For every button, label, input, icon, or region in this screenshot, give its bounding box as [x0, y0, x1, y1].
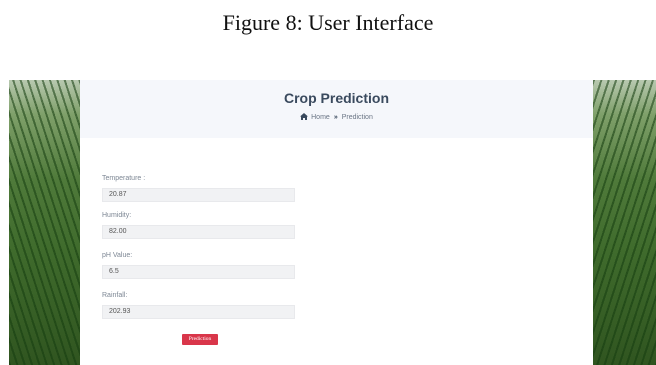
temperature-input[interactable]: 20.87 [102, 188, 295, 202]
crop-field-image-left [9, 80, 80, 365]
humidity-input[interactable]: 82.00 [102, 225, 295, 239]
ph-value-input[interactable]: 6.5 [102, 265, 295, 279]
app-screenshot: Crop Prediction Home» Prediction Temperat… [9, 80, 656, 365]
ph-value-label: pH Value: [102, 252, 133, 259]
breadcrumb: Home» Prediction [80, 113, 593, 122]
breadcrumb-home-link[interactable]: Home [311, 114, 330, 121]
humidity-label: Humidity: [102, 212, 132, 219]
breadcrumb-current: Prediction [341, 114, 373, 121]
figure-caption: Figure 8: User Interface [222, 10, 434, 35]
crop-field-image-right [593, 80, 656, 365]
home-icon [300, 113, 309, 122]
temperature-label: Temperature : [102, 175, 146, 182]
prediction-button[interactable]: Prediction [182, 334, 218, 345]
page-header: Crop Prediction Home» Prediction [80, 80, 593, 138]
rainfall-input[interactable]: 202.93 [102, 305, 295, 319]
page-title: Crop Prediction [283, 90, 389, 106]
rainfall-label: Rainfall: [102, 292, 128, 299]
breadcrumb-separator: » [333, 114, 338, 121]
